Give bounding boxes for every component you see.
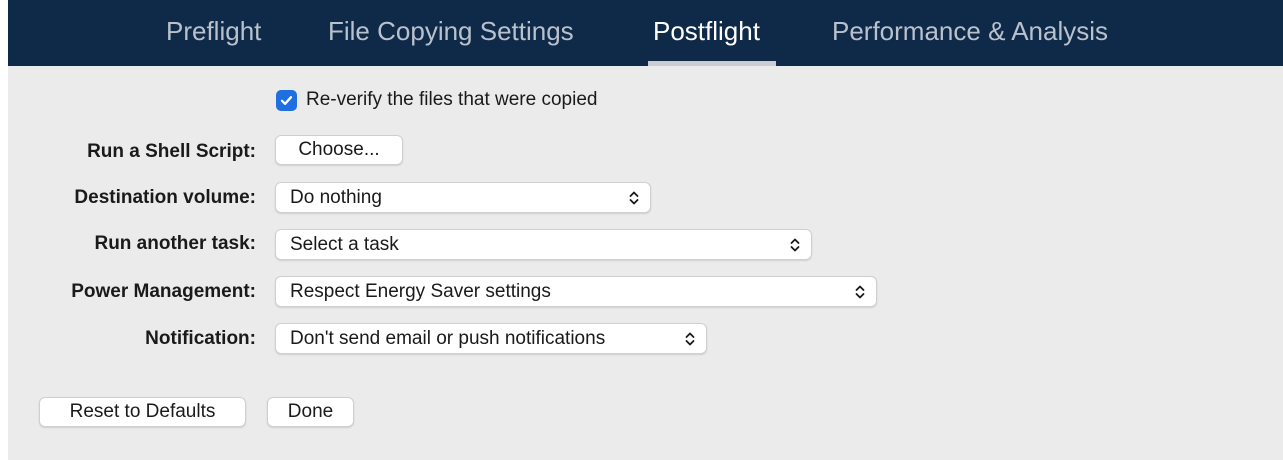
another-task-label: Run another task: [94, 233, 256, 254]
choose-script-button[interactable]: Choose... [275, 135, 403, 165]
done-button[interactable]: Done [267, 397, 354, 427]
settings-window: Preflight File Copying Settings Postflig… [8, 0, 1283, 460]
active-tab-indicator [648, 61, 776, 66]
checkmark-icon [280, 95, 293, 105]
tab-postflight[interactable]: Postflight [653, 16, 760, 47]
chevron-updown-icon [629, 191, 639, 205]
notification-value: Don't send email or push notifications [290, 328, 606, 349]
notification-select[interactable]: Don't send email or push notifications [275, 323, 707, 354]
chevron-updown-icon [855, 285, 865, 299]
notification-label: Notification: [145, 328, 256, 349]
another-task-select[interactable]: Select a task [275, 229, 812, 260]
reverify-checkbox-row[interactable]: Re-verify the files that were copied [276, 86, 597, 114]
tab-file-copying-settings[interactable]: File Copying Settings [328, 16, 574, 47]
reverify-label: Re-verify the files that were copied [306, 89, 598, 110]
power-management-select[interactable]: Respect Energy Saver settings [275, 276, 877, 307]
shell-script-label: Run a Shell Script: [87, 141, 256, 162]
reverify-checkbox[interactable] [276, 89, 297, 111]
reset-to-defaults-button[interactable]: Reset to Defaults [39, 397, 246, 427]
tab-bar: Preflight File Copying Settings Postflig… [8, 0, 1283, 66]
tab-preflight[interactable]: Preflight [166, 16, 261, 47]
destination-volume-label: Destination volume: [74, 187, 256, 208]
destination-volume-select[interactable]: Do nothing [275, 182, 651, 213]
destination-volume-value: Do nothing [290, 187, 382, 208]
another-task-value: Select a task [290, 234, 399, 255]
power-management-value: Respect Energy Saver settings [290, 281, 551, 302]
chevron-updown-icon [790, 238, 800, 252]
tab-performance-analysis[interactable]: Performance & Analysis [832, 16, 1108, 47]
power-management-label: Power Management: [71, 281, 256, 302]
chevron-updown-icon [685, 332, 695, 346]
